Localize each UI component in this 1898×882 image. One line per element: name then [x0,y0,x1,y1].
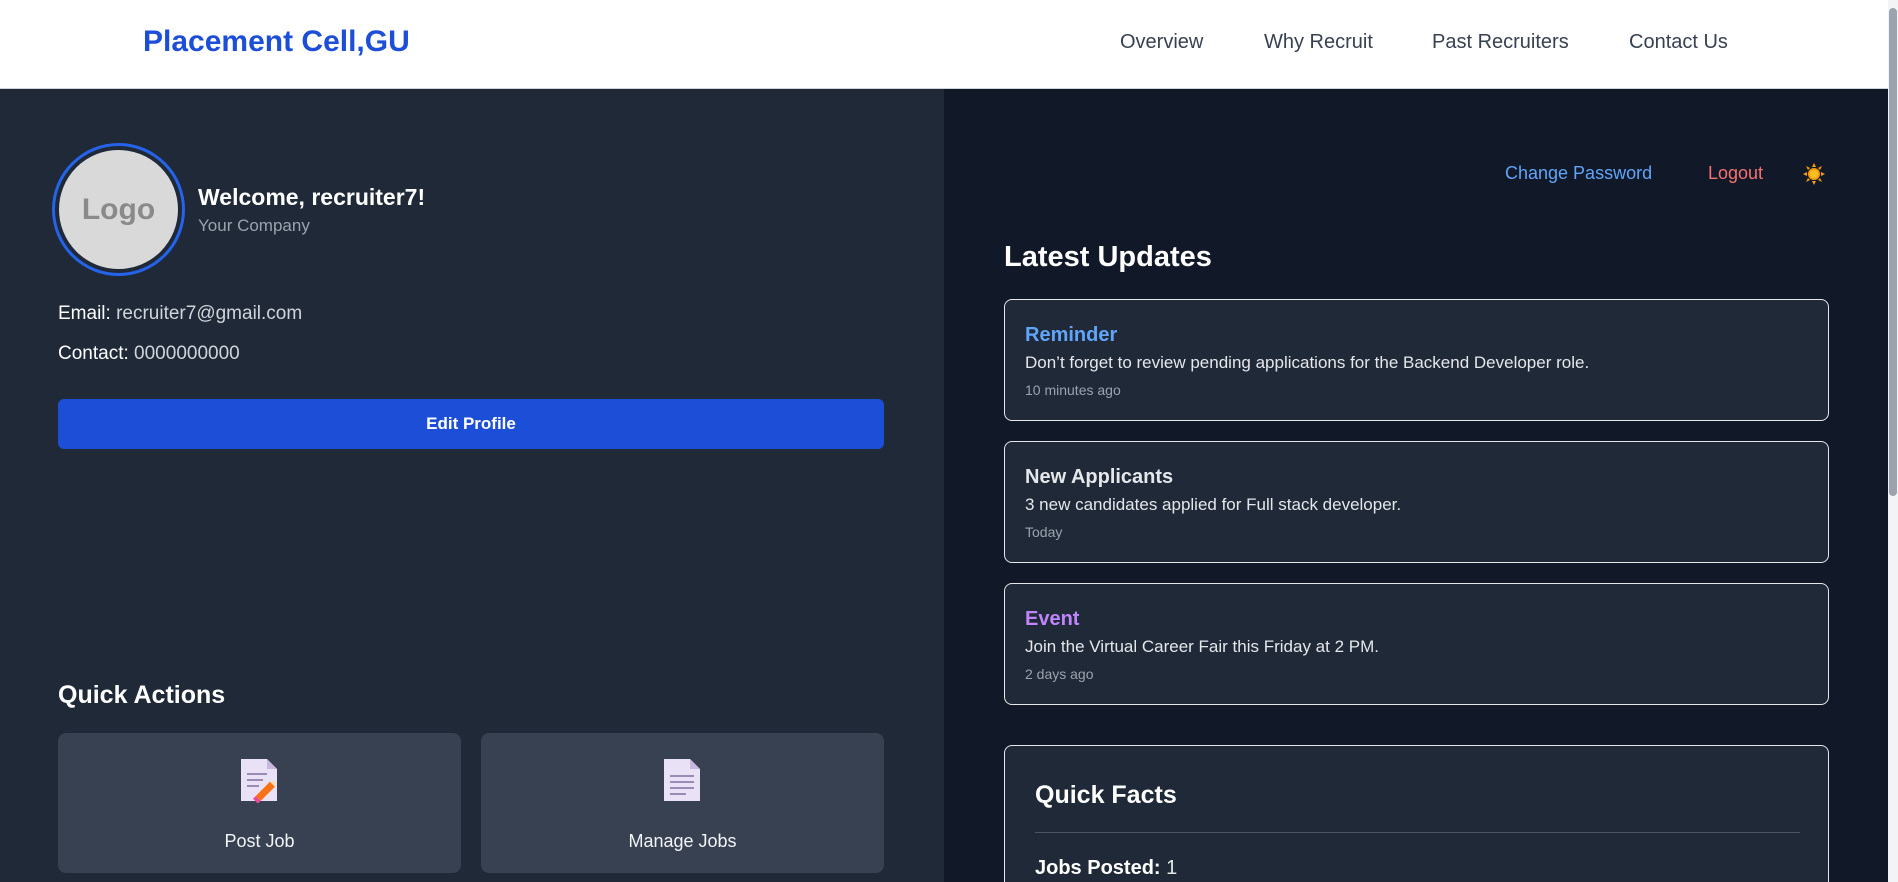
update-card-new-applicants: New Applicants 3 new candidates applied … [1004,441,1829,563]
profile-panel: Logo Welcome, recruiter7! Your Company E… [0,89,944,882]
main-nav: Overview Why Recruit Past Recruiters Con… [0,31,1888,61]
document-edit-icon [241,759,277,803]
jobs-posted-label: Jobs Posted: [1035,857,1161,879]
contact-label: Contact: [58,343,129,364]
jobs-posted-row: Jobs Posted: 1 [1035,857,1177,880]
company-logo-avatar: Logo [55,146,182,273]
sun-icon[interactable] [1803,163,1825,185]
document-icon [664,759,700,801]
update-message: 3 new candidates applied for Full stack … [1025,495,1402,514]
company-name: Your Company [198,216,310,235]
quick-facts-card: Quick Facts Jobs Posted: 1 [1004,745,1829,882]
nav-contact-us[interactable]: Contact Us [1629,31,1728,54]
scrollbar-thumb[interactable] [1889,8,1897,496]
post-job-label: Post Job [224,831,295,851]
quick-facts-title: Quick Facts [1035,781,1177,809]
manage-jobs-card[interactable]: Manage Jobs [481,733,884,873]
update-title: Reminder [1025,324,1118,346]
updates-panel: Change Password Logout Latest Updates Re… [944,89,1888,882]
update-time: 10 minutes ago [1025,382,1121,398]
update-message: Join the Virtual Career Fair this Friday… [1025,637,1379,656]
nav-why-recruit[interactable]: Why Recruit [1264,31,1373,54]
email-value: recruiter7@gmail.com [116,303,303,324]
logout-link[interactable]: Logout [1708,163,1763,184]
post-job-card[interactable]: Post Job [58,733,461,873]
update-card-reminder: Reminder Don’t forget to review pending … [1004,299,1829,421]
contact-row: Contact: 0000000000 [58,343,240,365]
nav-overview[interactable]: Overview [1120,31,1203,54]
jobs-posted-value: 1 [1166,857,1178,879]
update-card-event: Event Join the Virtual Career Fair this … [1004,583,1829,705]
update-message: Don’t forget to review pending applicati… [1025,353,1590,372]
facts-divider [1035,832,1800,833]
email-label: Email: [58,303,111,324]
page: Placement Cell,GU Overview Why Recruit P… [0,0,1898,882]
email-row: Email: recruiter7@gmail.com [58,303,302,325]
change-password-link[interactable]: Change Password [1505,163,1652,184]
quick-actions-title: Quick Actions [58,681,226,709]
logo-placeholder-text: Logo [81,192,156,226]
update-time: Today [1025,524,1063,540]
page-scrollbar[interactable] [1888,0,1898,882]
latest-updates-title: Latest Updates [1004,241,1212,273]
nav-past-recruiters[interactable]: Past Recruiters [1432,31,1569,54]
manage-jobs-label: Manage Jobs [628,831,737,851]
welcome-heading: Welcome, recruiter7! [198,184,426,210]
update-title: New Applicants [1025,466,1174,488]
contact-value: 0000000000 [134,343,240,364]
edit-profile-button[interactable]: Edit Profile [58,399,884,449]
update-time: 2 days ago [1025,666,1094,682]
top-navbar: Placement Cell,GU Overview Why Recruit P… [0,0,1888,89]
update-title: Event [1025,608,1080,630]
